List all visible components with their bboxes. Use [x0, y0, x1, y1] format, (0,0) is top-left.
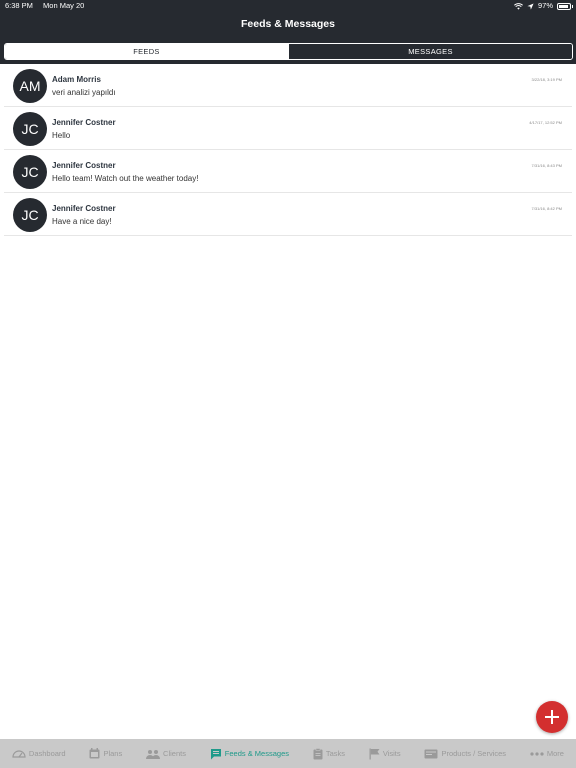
tab-label: Feeds & Messages	[224, 749, 289, 758]
tab-label: Plans	[103, 749, 123, 758]
tab-feeds-messages[interactable]: Feeds & Messages	[210, 748, 289, 760]
dashboard-icon	[12, 750, 26, 758]
flag-icon	[369, 748, 380, 759]
feed-author: Jennifer Costner	[52, 204, 116, 213]
status-bar: 6:38 PM Mon May 20 97%	[0, 0, 576, 12]
feed-item[interactable]: JC Jennifer Costner Hello team! Watch ou…	[4, 150, 572, 193]
feed-message: Have a nice day!	[52, 217, 112, 226]
feed-list: AM Adam Morris veri analizi yapıldı 3/22…	[4, 64, 572, 236]
more-icon	[530, 751, 544, 756]
feed-timestamp: 4/17/17, 12:52 PM	[529, 120, 562, 125]
feed-message: veri analizi yapıldı	[52, 88, 116, 97]
feed-timestamp: 3/22/18, 3:19 PM	[531, 77, 562, 82]
clients-icon	[146, 749, 161, 759]
tab-visits[interactable]: Visits	[369, 748, 401, 760]
tab-products-services[interactable]: Products / Services	[424, 749, 506, 759]
avatar: AM	[13, 69, 47, 103]
tab-dashboard[interactable]: Dashboard	[12, 749, 66, 758]
avatar: JC	[13, 112, 47, 146]
avatar: JC	[13, 198, 47, 232]
avatar: JC	[13, 155, 47, 189]
tab-label: Tasks	[325, 749, 345, 758]
status-date: Mon May 20	[43, 1, 85, 10]
feed-item[interactable]: AM Adam Morris veri analizi yapıldı 3/22…	[4, 64, 572, 107]
feeds-messages-segmented-control: FEEDS MESSAGES	[4, 43, 573, 60]
tab-label: Visits	[382, 749, 401, 758]
feed-message: Hello team! Watch out the weather today!	[52, 174, 199, 183]
app-header: 6:38 PM Mon May 20 97% Feeds & Messages …	[0, 0, 576, 64]
location-arrow-icon	[527, 2, 534, 10]
products-icon	[424, 749, 438, 758]
feed-author: Jennifer Costner	[52, 161, 116, 170]
battery-icon	[557, 2, 573, 10]
plus-icon	[545, 710, 559, 724]
tab-label: Dashboard	[28, 749, 66, 758]
status-time: 6:38 PM	[5, 1, 33, 10]
feed-message: Hello	[52, 131, 71, 140]
add-feed-button[interactable]	[536, 701, 568, 733]
battery-percent: 97%	[537, 1, 553, 10]
calendar-icon	[89, 748, 100, 759]
tab-clients[interactable]: Clients	[146, 749, 186, 759]
tab-label: Products / Services	[441, 749, 507, 758]
tab-messages[interactable]: MESSAGES	[288, 44, 572, 59]
feed-item[interactable]: JC Jennifer Costner Have a nice day! 7/3…	[4, 193, 572, 236]
feed-author: Adam Morris	[52, 75, 101, 84]
chat-icon	[210, 748, 221, 759]
tab-feeds[interactable]: FEEDS	[5, 44, 288, 59]
tab-tasks[interactable]: Tasks	[313, 747, 345, 760]
feed-author: Jennifer Costner	[52, 118, 116, 127]
feed-item[interactable]: JC Jennifer Costner Hello 4/17/17, 12:52…	[4, 107, 572, 150]
tab-more[interactable]: More	[530, 749, 564, 758]
page-title: Feeds & Messages	[241, 18, 335, 30]
tab-label: Clients	[163, 749, 186, 758]
tab-label: More	[546, 749, 564, 758]
bottom-tab-bar: Dashboard Plans Clients Feeds & Messages	[0, 739, 576, 768]
feed-timestamp: 7/31/16, 8:43 PM	[531, 163, 562, 168]
feed-timestamp: 7/31/16, 8:42 PM	[531, 206, 562, 211]
clipboard-icon	[313, 747, 323, 759]
wifi-icon	[514, 2, 523, 10]
tab-plans[interactable]: Plans	[89, 748, 122, 759]
